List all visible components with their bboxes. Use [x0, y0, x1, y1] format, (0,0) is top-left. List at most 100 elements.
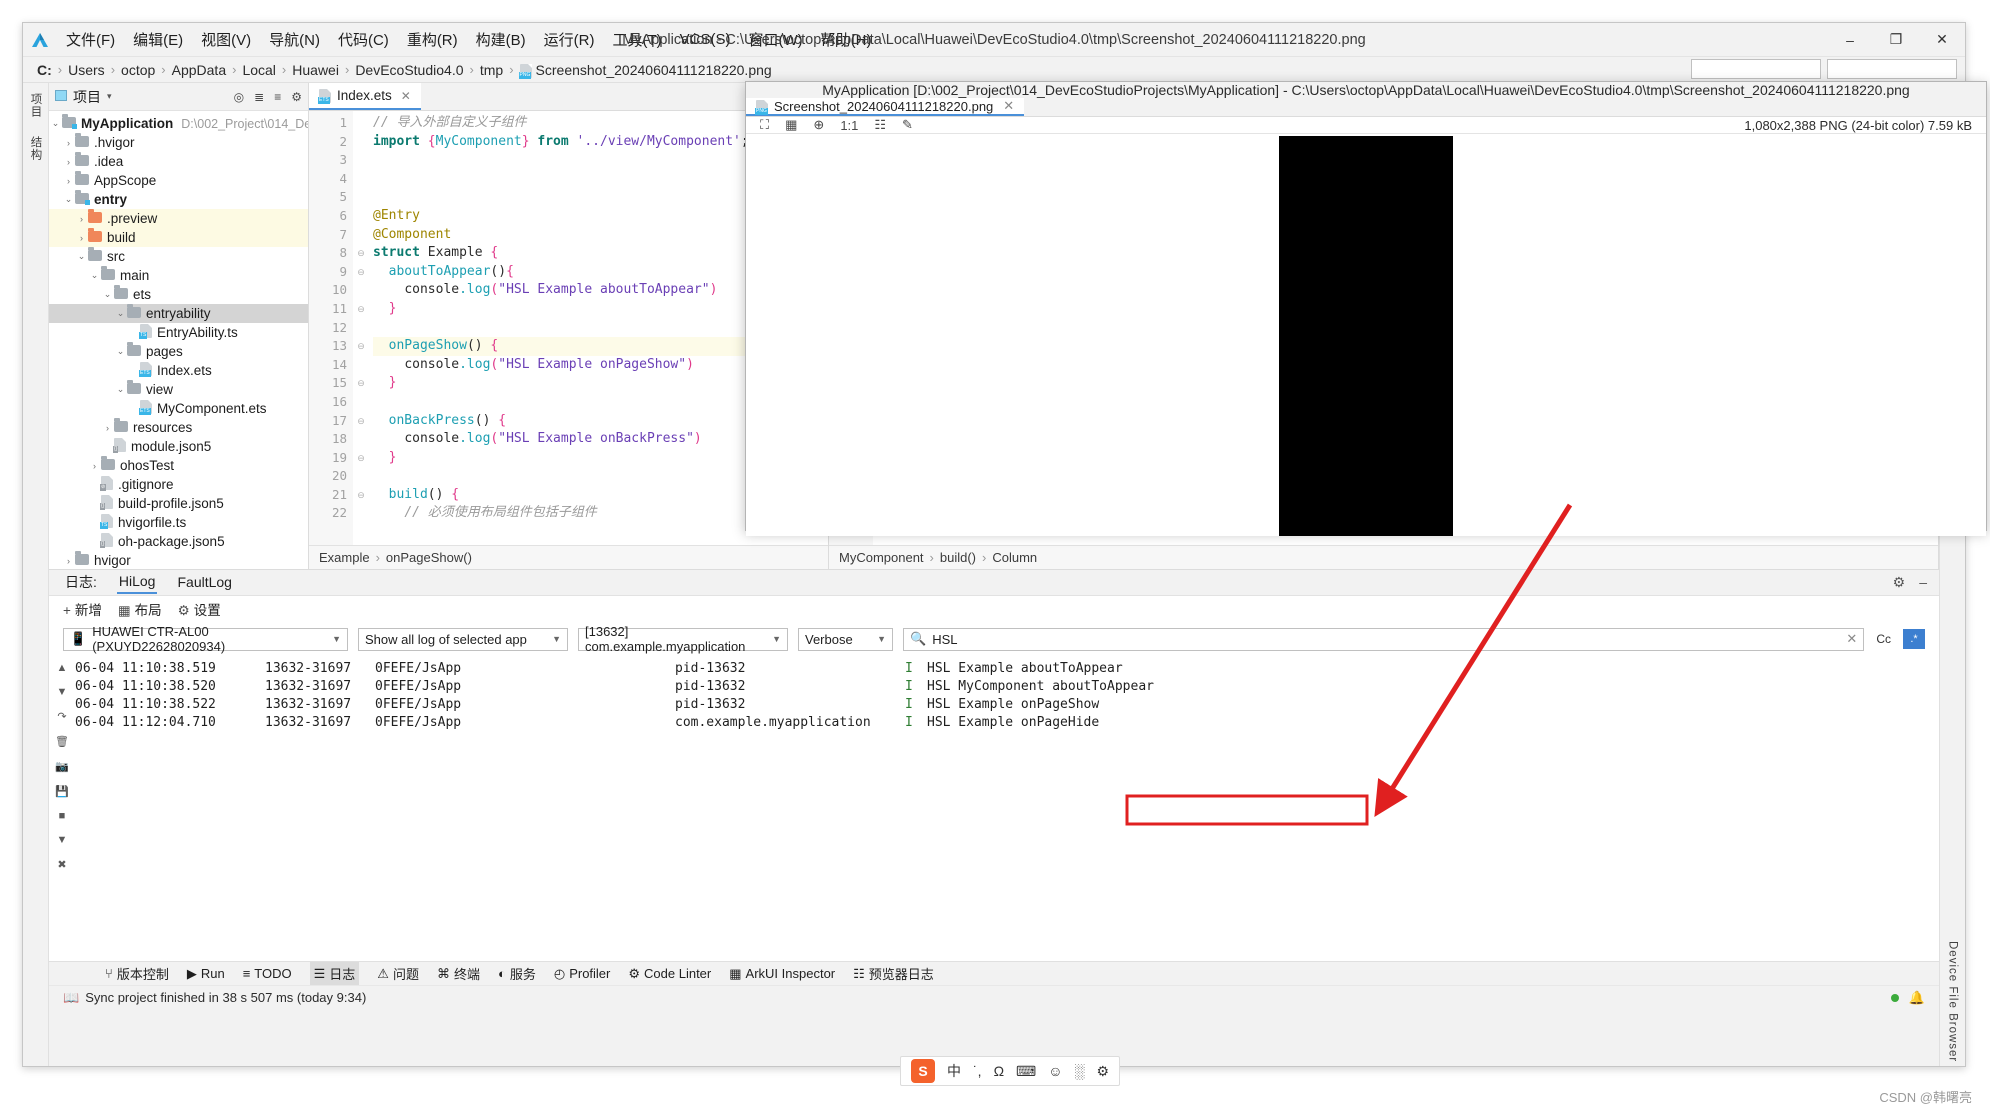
rail-item-device-file-browser[interactable]: Device File Browser — [1947, 937, 1959, 1066]
tree-twisty-icon[interactable]: ⌄ — [114, 308, 127, 319]
ime-emoji-icon[interactable]: ☺ — [1048, 1063, 1062, 1079]
tree-item-hvigorfile-ts[interactable]: TS hvigorfile.ts — [49, 513, 308, 532]
log-row[interactable]: 06-04 11:12:04.710 13632-31697 0FEFE/JsApp… — [75, 714, 1939, 732]
ime-keyboard-icon[interactable]: ⌨ — [1016, 1063, 1036, 1080]
tree-twisty-icon[interactable]: › — [62, 138, 75, 148]
tree-item-preview[interactable]: › .preview — [49, 209, 308, 228]
log-row[interactable]: 06-04 11:10:38.520 13632-31697 0FEFE/JsApp… — [75, 678, 1939, 696]
tree-item-entry[interactable]: ⌄ entry — [49, 190, 308, 209]
tree-twisty-icon[interactable]: › — [62, 556, 75, 566]
tree-item-ets[interactable]: ⌄ ets — [49, 285, 308, 304]
color-picker-icon[interactable]: ✎ — [902, 117, 913, 133]
search-everywhere-box[interactable] — [1691, 59, 1821, 79]
log-scope-selector[interactable]: Show all log of selected app ▼ — [358, 627, 568, 651]
bottom-tool-arkui-inspector[interactable]: ▦ ArkUI Inspector — [729, 966, 835, 982]
clear-icon[interactable]: ✕ — [1846, 631, 1857, 647]
breadcrumb-item-appdata[interactable]: AppData — [172, 62, 226, 78]
menu-window[interactable]: 窗口(W) — [739, 26, 811, 53]
breadcrumb-struct[interactable]: MyComponent — [839, 550, 924, 565]
fold-toggle-icon[interactable]: ⊖ — [353, 412, 369, 431]
bottom-tool-[interactable]: ☷ 预览器日志 — [853, 964, 934, 983]
bottom-tool-[interactable]: ⑂ 版本控制 — [105, 964, 169, 983]
ime-symbols-icon[interactable]: Ω — [994, 1063, 1004, 1079]
breadcrumb-item-users[interactable]: Users — [68, 62, 105, 78]
bottom-tool-run[interactable]: ▶ Run — [187, 966, 225, 982]
fold-toggle-icon[interactable]: ⊖ — [353, 449, 369, 468]
locate-icon[interactable]: ◎ — [234, 90, 244, 104]
tree-twisty-icon[interactable]: ⌄ — [88, 270, 101, 281]
menu-navigate[interactable]: 导航(N) — [260, 26, 329, 53]
fold-toggle-icon[interactable]: ⊖ — [353, 263, 369, 282]
tree-twisty-icon[interactable]: › — [75, 214, 88, 224]
layout-button[interactable]: ▦ 布局 — [118, 599, 162, 619]
tree-item-oh-package-json5[interactable]: {} oh-package.json5 — [49, 532, 308, 551]
tree-twisty-icon[interactable]: ⌄ — [114, 346, 127, 357]
fold-toggle-icon[interactable]: ⊖ — [353, 337, 369, 356]
fit-screen-icon[interactable]: ⛶ — [760, 117, 769, 133]
menu-edit[interactable]: 编辑(E) — [124, 26, 192, 53]
breadcrumb-component[interactable]: Column — [992, 550, 1037, 565]
tree-twisty-icon[interactable]: › — [88, 461, 101, 471]
tab-screenshot-png[interactable]: PNG Screenshot_20240604111218220.png ✕ — [746, 98, 1025, 116]
fold-toggle-icon[interactable]: ⊖ — [353, 300, 369, 319]
tree-twisty-icon[interactable]: ⌄ — [75, 251, 88, 262]
breadcrumb-method[interactable]: onPageShow() — [386, 550, 472, 565]
preview-canvas[interactable] — [746, 134, 1986, 536]
tree-item-src[interactable]: ⌄ src — [49, 247, 308, 266]
stop-icon[interactable]: ■ — [59, 810, 66, 822]
rail-item-project[interactable]: 项目 — [28, 89, 44, 122]
breadcrumb-struct[interactable]: Example — [319, 550, 370, 565]
filter-icon[interactable]: ▼ — [57, 834, 68, 846]
bottom-tool-profiler[interactable]: ◴ Profiler — [554, 966, 611, 982]
tree-twisty-icon[interactable]: › — [75, 233, 88, 243]
scroll-up-icon[interactable]: ▲ — [57, 662, 68, 674]
fold-toggle-icon[interactable]: ⊖ — [353, 244, 369, 263]
minimize-icon[interactable]: – — [1919, 574, 1927, 591]
tree-item-build-profile-json5[interactable]: {} build-profile.json5 — [49, 494, 308, 513]
menu-vcs[interactable]: VCS(S) — [671, 28, 740, 51]
tree-item-appscope[interactable]: › AppScope — [49, 171, 308, 190]
collapse-all-icon[interactable]: ≡ — [274, 90, 281, 104]
notification-icon[interactable]: 🔔 — [1909, 990, 1925, 1006]
tree-twisty-icon[interactable]: ⌄ — [49, 118, 62, 129]
tree-item-entryability[interactable]: ⌄ entryability — [49, 304, 308, 323]
breadcrumb-item-octop[interactable]: octop — [121, 62, 155, 78]
bottom-tool-[interactable]: ⌘ 终端 — [437, 964, 480, 983]
breadcrumb-method[interactable]: build() — [940, 550, 976, 565]
transparency-icon[interactable]: ☷ — [874, 117, 886, 133]
fold-column-left[interactable]: ⊖ ⊖ ⊖ ⊖ ⊖ ⊖ ⊖ ⊖ — [353, 111, 369, 545]
tree-twisty-icon[interactable]: › — [62, 157, 75, 167]
settings-button[interactable]: ⚙ 设置 — [178, 599, 221, 619]
maximize-button[interactable]: ❐ — [1873, 23, 1919, 56]
log-rows[interactable]: 06-04 11:10:38.519 13632-31697 0FEFE/JsApp… — [75, 656, 1939, 961]
breadcrumb-item-local[interactable]: Local — [242, 62, 275, 78]
regex-toggle-button[interactable]: .* — [1903, 629, 1925, 649]
tab-faultlog[interactable]: FaultLog — [175, 572, 233, 593]
tree-item-resources[interactable]: › resources — [49, 418, 308, 437]
menu-run[interactable]: 运行(R) — [535, 26, 604, 53]
ime-mode-chinese[interactable]: 中 — [947, 1061, 961, 1081]
tree-twisty-icon[interactable]: ⌄ — [62, 194, 75, 205]
breadcrumb-item-huawei[interactable]: Huawei — [292, 62, 339, 78]
breadcrumb-item-screenshot[interactable]: Screenshot_20240604111218220.png — [536, 62, 772, 78]
tree-item-index-ets[interactable]: ETS Index.ets — [49, 361, 308, 380]
expand-all-icon[interactable]: ≣ — [254, 90, 264, 104]
tree-item-ohostest[interactable]: › ohosTest — [49, 456, 308, 475]
device-selector-box[interactable] — [1827, 59, 1957, 79]
bottom-tool-[interactable]: ◐ 服务 — [498, 964, 536, 983]
menu-refactor[interactable]: 重构(R) — [398, 26, 467, 53]
match-case-button[interactable]: Cc — [1874, 632, 1893, 646]
gear-icon[interactable]: ⚙ — [1893, 574, 1906, 591]
close-icon[interactable]: ✖ — [57, 858, 66, 871]
breadcrumb-item-tmp[interactable]: tmp — [480, 62, 503, 78]
menu-view[interactable]: 视图(V) — [192, 26, 260, 53]
breadcrumb-item-drive[interactable]: C: — [37, 62, 52, 78]
bottom-tool-todo[interactable]: ≡ TODO — [243, 966, 292, 981]
ime-skin-icon[interactable]: ░ — [1075, 1063, 1085, 1079]
menu-build[interactable]: 构建(B) — [467, 26, 535, 53]
close-icon[interactable]: ✕ — [401, 89, 411, 103]
save-icon[interactable]: 💾 — [55, 785, 69, 798]
device-selector[interactable]: 📱 HUAWEI CTR-AL00 (PXUYD22628020934) ▼ — [63, 624, 348, 654]
tree-item-module-json5[interactable]: {} module.json5 — [49, 437, 308, 456]
trash-icon[interactable]: 🗑 — [55, 735, 69, 748]
